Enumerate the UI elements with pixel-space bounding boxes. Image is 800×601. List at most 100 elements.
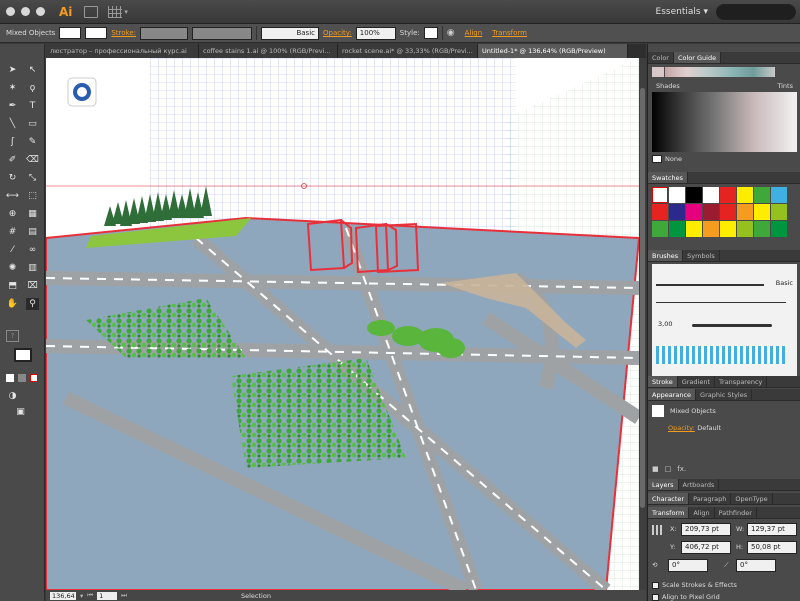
symbol-sprayer-tool-icon[interactable]: ✺ xyxy=(6,262,19,274)
artboard-number-field[interactable]: 1 xyxy=(97,591,118,600)
y-field[interactable]: 406,72 pt xyxy=(681,541,731,554)
chevron-down-icon[interactable]: ▾ xyxy=(80,592,83,600)
transform-link[interactable]: Transform xyxy=(492,29,527,37)
pen-tool-icon[interactable]: ✒ xyxy=(6,100,19,112)
search-field[interactable] xyxy=(716,3,796,20)
lasso-tool-icon[interactable]: ϙ xyxy=(26,82,39,94)
vertical-scrollbar[interactable] xyxy=(639,58,646,590)
variation-grid[interactable] xyxy=(652,92,797,152)
w-field[interactable]: 129,37 pt xyxy=(747,523,797,536)
tab-appearance[interactable]: Appearance xyxy=(648,389,697,400)
mesh-tool-icon[interactable]: # xyxy=(6,226,19,238)
scroll-thumb[interactable] xyxy=(640,88,645,508)
arrange-documents-icon[interactable] xyxy=(108,5,123,18)
shape-builder-tool-icon[interactable]: ⊕ xyxy=(6,208,19,220)
screen-mode-icon[interactable]: ▣ xyxy=(14,406,27,418)
graphic-style-swatch[interactable] xyxy=(423,27,438,39)
gradient-tool-icon[interactable]: ▤ xyxy=(26,226,39,238)
stroke-swatch[interactable] xyxy=(85,27,108,39)
brush-definition[interactable]: Basic xyxy=(261,26,320,40)
first-artboard-icon[interactable]: ⏮ xyxy=(87,591,93,600)
drawing-mode-icon[interactable]: ◑ xyxy=(6,390,19,402)
new-fill-icon[interactable]: □ xyxy=(665,465,672,473)
brush-list[interactable]: Basic 3,00 xyxy=(652,264,797,376)
zoom-tool-icon[interactable]: ⚲ xyxy=(26,298,39,310)
tab-color-guide[interactable]: Color Guide xyxy=(673,52,722,63)
tab-pathfinder[interactable]: Pathfinder xyxy=(715,507,757,518)
zoom-field[interactable]: 136,64 xyxy=(50,591,76,600)
slice-tool-icon[interactable]: ⌧ xyxy=(26,280,39,292)
tab-graphic-styles[interactable]: Graphic Styles xyxy=(696,389,753,400)
scale-tool-icon[interactable]: ⤡ xyxy=(26,172,39,184)
variable-width-profile[interactable] xyxy=(192,26,253,40)
opacity-field[interactable]: 100% xyxy=(355,26,396,40)
opacity-link[interactable]: Opacity: xyxy=(323,29,352,37)
tab-align[interactable]: Align xyxy=(689,507,715,518)
rotate-tool-icon[interactable]: ↻ xyxy=(6,172,19,184)
swatch-grid[interactable] xyxy=(648,184,800,240)
pencil-tool-icon[interactable]: ✎ xyxy=(26,136,39,148)
tab-gradient[interactable]: Gradient xyxy=(678,376,716,387)
recolor-artwork-icon[interactable]: ◉ xyxy=(447,28,455,38)
perspective-grid-tool-icon[interactable]: ▦ xyxy=(26,208,39,220)
harmony-colors[interactable] xyxy=(648,64,800,80)
stroke-weight-field[interactable] xyxy=(140,26,189,40)
tab-stroke[interactable]: Stroke xyxy=(648,376,678,387)
tab-coffee-stains[interactable]: coffee stains 1.ai @ 100% (RGB/Previ... xyxy=(199,44,338,58)
help-icon[interactable]: ? xyxy=(6,330,19,342)
workspace-switcher[interactable]: Essentials ▾ xyxy=(656,7,708,17)
tab-transparency[interactable]: Transparency xyxy=(715,376,768,387)
align-link[interactable]: Align xyxy=(465,29,483,37)
x-field[interactable]: 209,73 pt xyxy=(681,523,731,536)
close-window-button[interactable] xyxy=(6,7,15,16)
eyedropper-tool-icon[interactable]: ⁄ xyxy=(6,244,19,256)
stroke-link[interactable]: Stroke: xyxy=(111,29,136,37)
tab-swatches[interactable]: Swatches xyxy=(648,172,689,183)
fill-color-swatch[interactable] xyxy=(14,348,32,362)
eraser-tool-icon[interactable]: ⌫ xyxy=(26,154,39,166)
column-graph-tool-icon[interactable]: ▥ xyxy=(26,262,39,274)
tab-symbols[interactable]: Symbols xyxy=(683,250,720,261)
blend-tool-icon[interactable]: ∞ xyxy=(26,244,39,256)
tab-untitled-1[interactable]: Untitled-1* @ 136,64% (RGB/Preview) xyxy=(478,44,628,58)
minimize-window-button[interactable] xyxy=(21,7,30,16)
magic-wand-tool-icon[interactable]: ✶ xyxy=(6,82,19,94)
artboard-canvas[interactable] xyxy=(46,58,639,590)
blob-brush-tool-icon[interactable]: ✐ xyxy=(6,154,19,166)
default-fill-stroke-icon[interactable] xyxy=(6,374,14,382)
opacity-link[interactable]: Opacity: xyxy=(668,424,695,432)
paintbrush-tool-icon[interactable]: ʃ xyxy=(6,136,19,148)
selection-tool-icon[interactable]: ➤ xyxy=(6,64,19,76)
color-mode-icon[interactable] xyxy=(18,374,26,382)
tab-color[interactable]: Color xyxy=(648,52,674,63)
last-artboard-icon[interactable]: ⏭ xyxy=(121,591,127,600)
align-pixel-grid-row[interactable]: Align to Pixel Grid xyxy=(652,593,720,601)
tab-brushes[interactable]: Brushes xyxy=(648,250,684,261)
tab-opentype[interactable]: OpenType xyxy=(731,493,773,504)
chevron-down-icon[interactable]: ▾ xyxy=(124,8,128,16)
line-tool-icon[interactable]: ╲ xyxy=(6,118,19,130)
free-transform-tool-icon[interactable]: ⬚ xyxy=(26,190,39,202)
shear-field[interactable]: 0° xyxy=(736,559,776,572)
tab-rocket-scene[interactable]: rocket scene.ai* @ 33,33% (RGB/Previ... xyxy=(338,44,478,58)
tab-paragraph[interactable]: Paragraph xyxy=(689,493,732,504)
fx-icon[interactable]: fx. xyxy=(677,465,686,473)
width-tool-icon[interactable]: ⟷ xyxy=(6,190,19,202)
zoom-window-button[interactable] xyxy=(36,7,45,16)
angle-field[interactable]: 0° xyxy=(668,559,708,572)
tab-layers[interactable]: Layers xyxy=(648,479,679,490)
hand-tool-icon[interactable]: ✋ xyxy=(6,298,19,310)
scale-strokes-row[interactable]: Scale Strokes & Effects xyxy=(652,581,737,589)
none-color-icon[interactable] xyxy=(30,374,38,382)
direct-selection-tool-icon[interactable]: ↖ xyxy=(26,64,39,76)
tab-illustrator-course[interactable]: люстратор – профессиональный курс.ai xyxy=(46,44,199,58)
new-stroke-icon[interactable]: ■ xyxy=(652,465,659,473)
fill-swatch[interactable] xyxy=(59,27,82,39)
tab-artboards[interactable]: Artboards xyxy=(679,479,720,490)
rectangle-tool-icon[interactable]: ▭ xyxy=(26,118,39,130)
type-tool-icon[interactable]: T xyxy=(26,100,39,112)
bridge-icon[interactable] xyxy=(84,5,99,18)
tab-character[interactable]: Character xyxy=(648,493,690,504)
artboard-tool-icon[interactable]: ⬒ xyxy=(6,280,19,292)
appearance-opacity-row[interactable]: Opacity: Default xyxy=(648,421,800,434)
